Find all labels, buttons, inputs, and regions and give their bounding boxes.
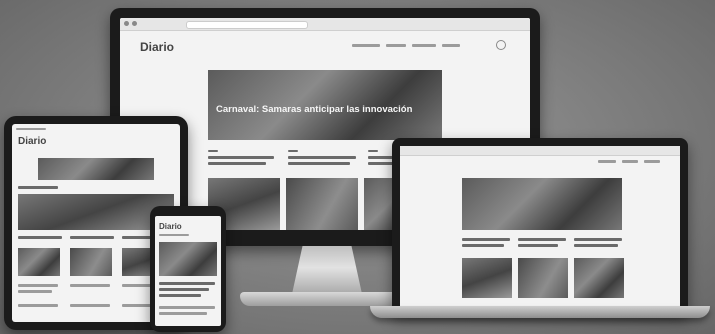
nav-link[interactable] — [598, 160, 616, 163]
headline-text[interactable] — [518, 244, 558, 247]
hero-headline[interactable]: Carnaval: Samaras anticipar las innovaci… — [216, 104, 434, 115]
headline-text[interactable] — [462, 244, 504, 247]
headline-text[interactable] — [288, 156, 356, 159]
headline-text[interactable] — [18, 284, 58, 287]
browser-toolbar — [120, 18, 530, 31]
nav-link[interactable] — [159, 234, 189, 236]
headline-text[interactable] — [574, 238, 622, 241]
nav-link[interactable] — [386, 44, 406, 47]
site-logo[interactable]: Diario — [159, 222, 182, 231]
headline-text[interactable] — [18, 290, 52, 293]
nav-link[interactable] — [442, 44, 460, 47]
browser-toolbar — [400, 146, 680, 156]
hero-article-image[interactable]: Carnaval: Samaras anticipar las innovaci… — [208, 70, 442, 140]
laptop-base — [370, 306, 710, 318]
headline-text[interactable] — [518, 238, 566, 241]
headline-text[interactable] — [208, 162, 266, 165]
headline-text[interactable] — [159, 294, 201, 297]
laptop-screen — [400, 146, 680, 310]
article-thumbnail[interactable] — [462, 258, 512, 298]
headline-text[interactable] — [159, 288, 209, 291]
hero-article-image[interactable] — [159, 242, 217, 276]
phone-screen: Diario — [155, 216, 221, 326]
headline-text[interactable] — [18, 186, 58, 189]
headline-text[interactable] — [574, 244, 618, 247]
article-thumbnail[interactable] — [286, 178, 358, 230]
smartphone: Diario — [150, 206, 226, 332]
nav-link[interactable] — [352, 44, 380, 47]
monitor-stand-base — [240, 292, 415, 306]
monitor-stand — [292, 246, 362, 294]
headline-text[interactable] — [70, 304, 110, 307]
site-logo[interactable]: Diario — [140, 40, 174, 54]
headline-text[interactable] — [159, 306, 215, 309]
article-thumbnail[interactable] — [70, 248, 112, 276]
back-icon[interactable] — [124, 21, 129, 26]
article-thumbnail[interactable] — [574, 258, 624, 298]
headline-text[interactable] — [18, 304, 58, 307]
forward-icon[interactable] — [132, 21, 137, 26]
article-thumbnail[interactable] — [518, 258, 568, 298]
headline-text[interactable] — [208, 156, 274, 159]
headline-text[interactable] — [18, 236, 62, 239]
status-bar — [16, 128, 46, 130]
headline-text[interactable] — [159, 312, 207, 315]
hero-article-image[interactable] — [462, 178, 622, 230]
article-thumbnail[interactable] — [18, 248, 60, 276]
headline-text[interactable] — [70, 284, 110, 287]
headline-text[interactable] — [159, 282, 215, 285]
headline-text[interactable] — [70, 236, 114, 239]
headline-text[interactable] — [462, 238, 510, 241]
site-logo[interactable]: Diario — [18, 136, 46, 147]
headline-text[interactable] — [288, 162, 350, 165]
nav-link[interactable] — [644, 160, 660, 163]
nav-link[interactable] — [412, 44, 436, 47]
ad-banner[interactable] — [38, 158, 154, 180]
laptop — [392, 138, 688, 314]
address-bar[interactable] — [186, 21, 308, 29]
search-icon[interactable] — [496, 40, 506, 50]
nav-link[interactable] — [622, 160, 638, 163]
